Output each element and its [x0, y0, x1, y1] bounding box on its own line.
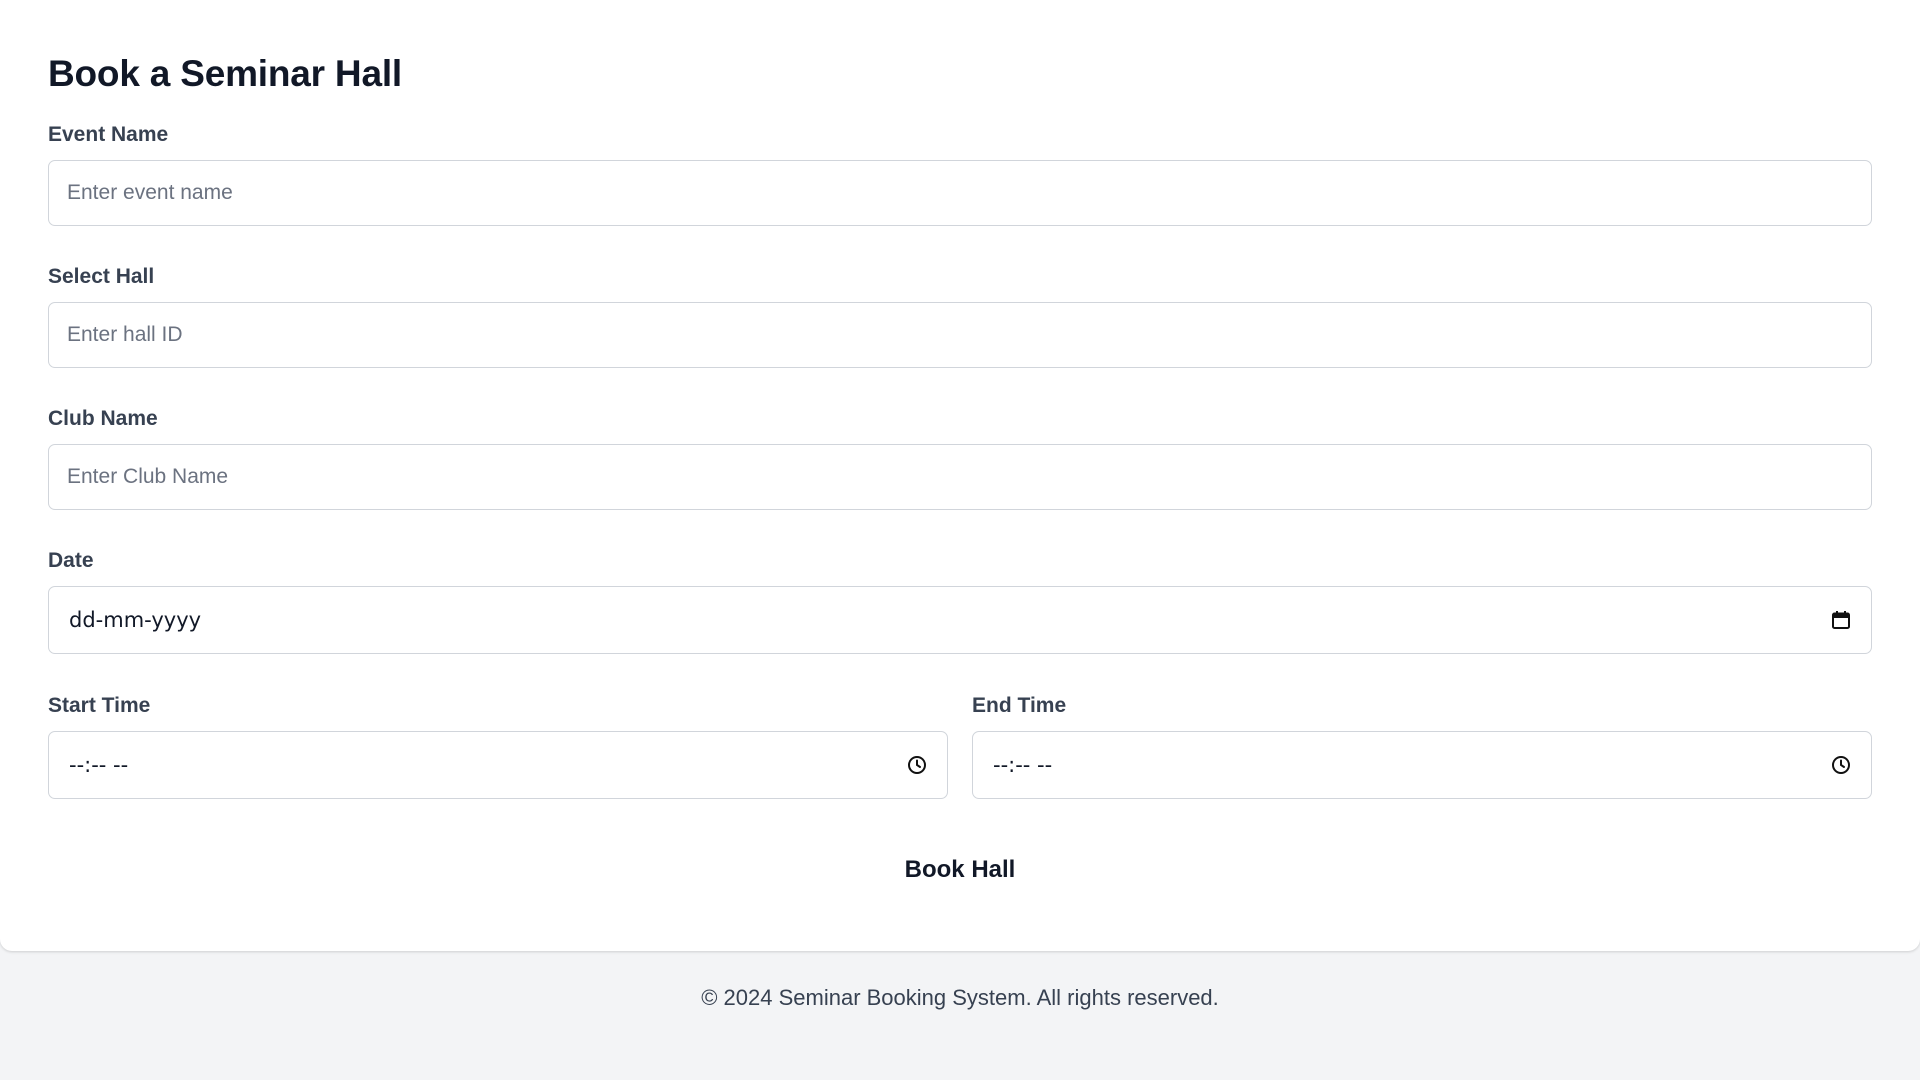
date-input[interactable]: dd-mm-yyyy: [48, 586, 1872, 654]
start-time-label: Start Time: [48, 694, 151, 717]
select-hall-label: Select Hall: [48, 265, 155, 288]
start-time-input[interactable]: --:-- --: [48, 731, 948, 799]
event-name-input[interactable]: [48, 160, 1872, 226]
start-time-placeholder: --:-- --: [69, 753, 129, 777]
clock-icon[interactable]: [1829, 753, 1853, 777]
event-name-label: Event Name: [48, 123, 169, 146]
book-hall-button[interactable]: Book Hall: [889, 850, 1032, 890]
club-name-label: Club Name: [48, 407, 158, 430]
end-time-input[interactable]: --:-- --: [972, 731, 1872, 799]
footer-copyright: © 2024 Seminar Booking System. All right…: [701, 985, 1219, 1010]
clock-icon[interactable]: [905, 753, 929, 777]
end-time-placeholder: --:-- --: [993, 753, 1053, 777]
date-label: Date: [48, 549, 94, 572]
hall-id-input[interactable]: [48, 302, 1872, 368]
end-time-label: End Time: [972, 694, 1067, 717]
submit-row: Book Hall: [48, 850, 1872, 890]
calendar-icon[interactable]: [1829, 608, 1853, 632]
booking-card: Book a Seminar Hall Event Name Select Ha…: [0, 0, 1920, 951]
club-name-input[interactable]: [48, 444, 1872, 510]
page-title: Book a Seminar Hall: [48, 53, 402, 94]
date-placeholder: dd-mm-yyyy: [69, 608, 202, 632]
